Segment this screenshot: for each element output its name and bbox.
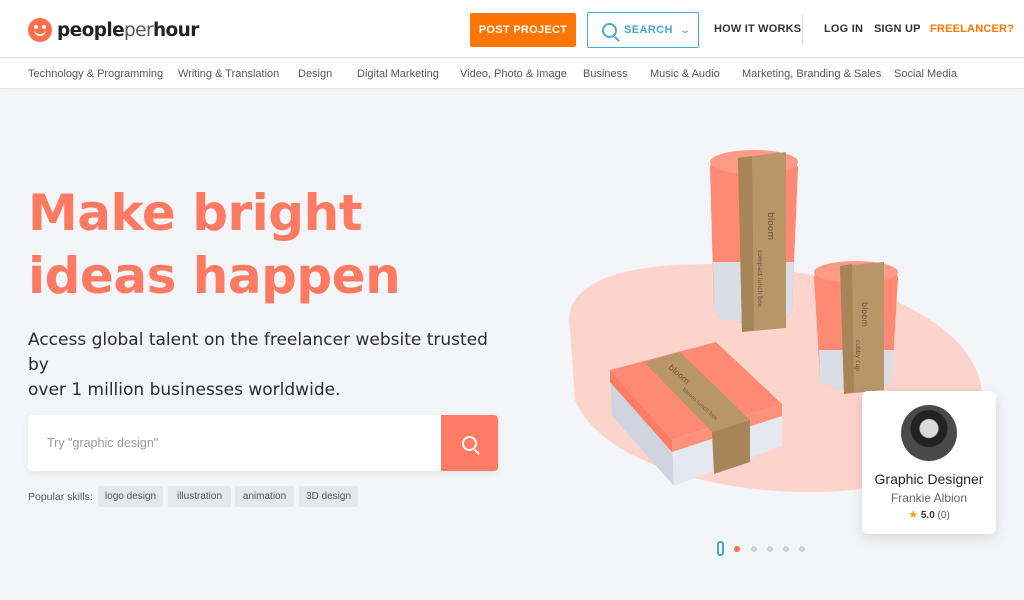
brand-logo[interactable]: peopleperhour	[28, 17, 199, 43]
sign-up-link[interactable]: SIGN UP	[874, 23, 921, 35]
hero-title: Make bright ideas happen	[28, 182, 448, 308]
hero-title-line1: Make bright	[28, 184, 363, 242]
popular-skills-label: Popular skills:	[28, 491, 93, 503]
category-business[interactable]: Business	[583, 68, 628, 80]
top-header: peopleperhour POST PROJECT SEARCH ⌄ HOW …	[0, 0, 1024, 58]
category-digital-marketing[interactable]: Digital Marketing	[357, 68, 439, 80]
profile-name: Frankie Albion	[890, 491, 968, 505]
category-technology-programming[interactable]: Technology & Programming	[28, 68, 163, 80]
svg-text:bloom: bloom	[860, 302, 869, 327]
category-marketing-branding-sales[interactable]: Marketing, Branding & Sales	[742, 68, 881, 80]
freelancer-profile-card[interactable]: Graphic Designer Frankie Albion ★ 5.0 (0…	[862, 391, 996, 534]
star-icon: ★	[908, 509, 919, 521]
how-it-works-link[interactable]: HOW IT WORKS	[714, 23, 801, 35]
carousel-pause-icon[interactable]	[717, 541, 724, 556]
hero-title-line2: ideas happen	[28, 247, 401, 305]
carousel-dot-1[interactable]	[734, 546, 740, 552]
skill-chip-3d-design[interactable]: 3D design	[299, 486, 358, 507]
category-music-audio[interactable]: Music & Audio	[650, 68, 720, 80]
svg-text:compact lunch box: compact lunch box	[756, 250, 763, 307]
skill-chip-animation[interactable]: animation	[235, 486, 294, 507]
hero-search-button[interactable]	[441, 415, 498, 471]
hero-subtitle: Access global talent on the freelancer w…	[28, 328, 498, 403]
carousel-dot-2[interactable]	[751, 546, 757, 552]
svg-text:bloom: bloom	[765, 212, 775, 240]
log-in-link[interactable]: LOG IN	[824, 23, 863, 35]
nav-divider	[802, 14, 803, 44]
chevron-down-icon: ⌄	[679, 24, 691, 36]
avatar	[901, 405, 957, 461]
category-video-photo-image[interactable]: Video, Photo & Image	[460, 68, 567, 80]
rating-value: 5.0	[920, 510, 935, 521]
brand-wordmark: peopleperhour	[57, 19, 199, 41]
hero-search-input[interactable]	[28, 415, 442, 471]
svg-text:cubby cup: cubby cup	[854, 340, 861, 371]
freelancer-link[interactable]: FREELANCER?	[930, 23, 1014, 35]
category-design[interactable]: Design	[298, 68, 332, 80]
search-icon	[462, 435, 477, 451]
profile-rating: ★ 5.0 (0)	[862, 508, 996, 521]
carousel-dot-3[interactable]	[767, 546, 773, 552]
category-writing-translation[interactable]: Writing & Translation	[178, 68, 279, 80]
post-project-button[interactable]: POST PROJECT	[470, 13, 576, 47]
smiley-icon	[28, 18, 52, 42]
profile-role: Graphic Designer	[874, 471, 984, 487]
hero-search-box	[28, 415, 498, 471]
skill-chip-illustration[interactable]: illustration	[168, 486, 231, 507]
review-count: (0)	[937, 510, 950, 521]
hero-subtitle-line2: over 1 million businesses worldwide.	[28, 380, 341, 400]
carousel-dot-5[interactable]	[799, 546, 805, 552]
category-nav: Technology & Programming Writing & Trans…	[0, 59, 1024, 89]
hero-subtitle-line1: Access global talent on the freelancer w…	[28, 330, 488, 375]
skill-chip-logo-design[interactable]: logo design	[98, 486, 163, 507]
search-dropdown-button[interactable]: SEARCH ⌄	[587, 12, 699, 48]
search-button-label: SEARCH	[624, 24, 673, 36]
search-icon	[602, 22, 617, 38]
carousel-dot-4[interactable]	[783, 546, 789, 552]
small-cup: bloom cubby cup	[814, 261, 898, 394]
tall-cup: bloom compact lunch box	[710, 150, 798, 332]
category-social-media[interactable]: Social Media	[894, 68, 957, 80]
